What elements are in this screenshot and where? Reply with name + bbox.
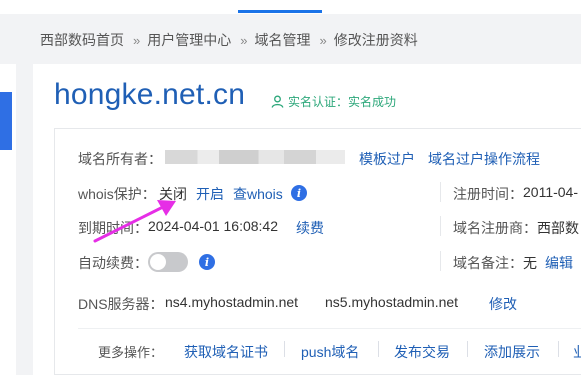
left-panel-accent [0,92,12,150]
dns-server-1: ns4.myhostadmin.net [165,294,299,310]
auto-renew-label: 自动续费： [78,255,148,271]
get-certificate-link[interactable]: 获取域名证书 [184,342,268,362]
realname-value: 实名成功 [348,95,397,109]
column-divider [440,251,441,271]
ops-separator [467,341,468,357]
column-divider [440,216,441,236]
owner-label: 域名所有者： [78,151,162,167]
toggle-knob [150,254,166,270]
whois-enable-link[interactable]: 开启 [196,184,224,204]
domain-name-title: hongke.net.cn [54,78,246,111]
template-transfer-link[interactable]: 模板过户 [359,149,415,169]
breadcrumb-current: 修改注册资料 [333,32,418,48]
breadcrumb-separator: » [240,32,248,48]
publish-trade-link[interactable]: 发布交易 [394,342,450,362]
auto-renew-toggle[interactable] [148,252,188,272]
reg-time-label: 注册时间： [453,186,523,202]
breadcrumb-separator: » [133,32,141,48]
dns-label: DNS服务器： [78,296,164,312]
add-showcase-link[interactable]: 添加展示 [484,342,540,362]
breadcrumb-user-center[interactable]: 用户管理中心 [147,30,231,50]
whois-status: 关闭 [159,186,187,202]
whois-info-icon[interactable]: i [291,185,307,201]
left-side-panel [0,64,16,375]
more-ops-label: 更多操作： [98,345,164,360]
remark-edit-link[interactable]: 编辑 [545,253,573,273]
realname-status: 实名认证： 实名成功 [271,93,396,110]
auto-renew-info-icon[interactable]: i [199,254,215,270]
owner-name-redacted [165,150,345,164]
reg-time-value: 2011-04- [523,184,579,200]
ops-separator [558,341,559,357]
transfer-flow-link[interactable]: 域名过户操作流程 [428,149,540,169]
whois-label: whois保护： [78,186,156,202]
column-divider [440,182,441,202]
more-ops-truncated-link[interactable]: 业 [573,342,581,362]
registrar-label: 域名注册商： [453,220,537,236]
expiry-value: 2024-04-01 16:08:42 [148,218,278,234]
whois-lookup-link[interactable]: 查whois [233,184,283,204]
remark-value: 无 [523,255,537,271]
expiry-label: 到期时间： [78,220,148,236]
push-domain-link[interactable]: push域名 [301,342,359,362]
breadcrumb-separator: » [319,32,327,48]
remark-label: 域名备注： [453,255,523,271]
registrar-value: 西部数 [537,220,579,236]
dns-modify-link[interactable]: 修改 [489,294,517,314]
ops-separator [378,341,379,357]
user-icon [271,95,284,108]
ops-separator [284,341,285,357]
dns-server-2: ns5.myhostadmin.net [325,294,459,310]
realname-label: 实名认证： [288,95,349,109]
breadcrumb-home[interactable]: 西部数码首页 [40,30,124,50]
renew-link[interactable]: 续费 [296,218,324,238]
top-nav-bar [0,0,581,14]
breadcrumb-domain-management[interactable]: 域名管理 [254,30,310,50]
breadcrumb: 西部数码首页 » 用户管理中心 » 域名管理 » 修改注册资料 [40,30,418,50]
top-nav-active-indicator [238,10,322,13]
